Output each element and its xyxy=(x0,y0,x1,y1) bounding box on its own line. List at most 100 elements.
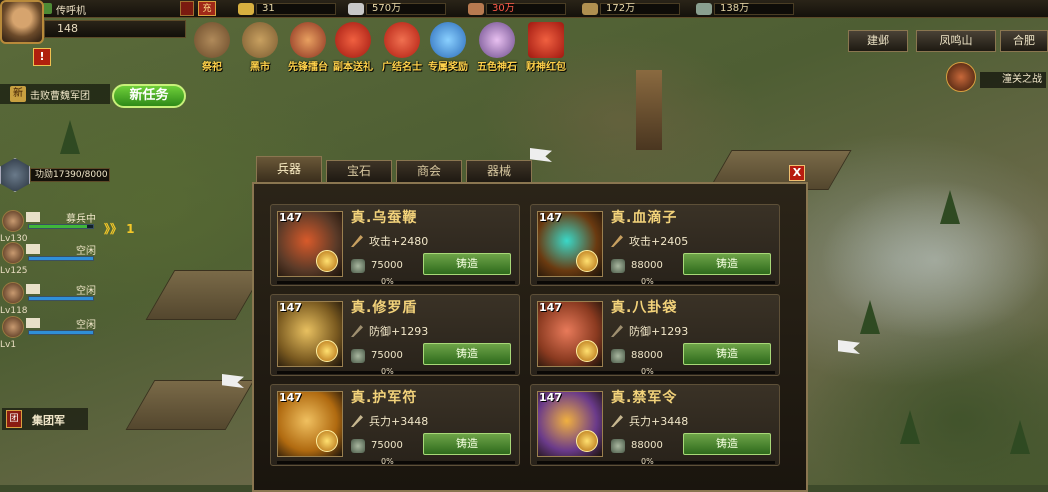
tree xyxy=(900,410,920,444)
resource-food[interactable]: 30万 xyxy=(466,1,570,17)
func-red-packet[interactable]: 财神红包 xyxy=(526,22,566,73)
altar-icon xyxy=(194,22,230,58)
func-lantern[interactable]: 广结名士 xyxy=(382,22,422,73)
item-level: 147 xyxy=(279,211,302,224)
func-arena[interactable]: 先锋擂台 xyxy=(288,22,328,73)
territory-flag[interactable] xyxy=(838,340,860,354)
mail-icon[interactable] xyxy=(180,1,194,16)
forge-button[interactable]: 铸造 xyxy=(423,433,511,455)
item-name: 真.修罗盾 xyxy=(351,300,418,316)
sword-icon xyxy=(611,235,623,247)
resource-wood[interactable]: 172万 xyxy=(580,1,684,17)
item-stat: 防御+1293 xyxy=(629,325,689,338)
shop-item-card[interactable]: 147 真.修罗盾 防御+1293 75000 铸造 0% xyxy=(270,294,520,376)
troops-icon xyxy=(611,415,623,427)
forge-progress-bar xyxy=(537,461,775,464)
battle-event[interactable]: 潼关之战 xyxy=(946,62,1048,92)
flag-icon xyxy=(26,318,40,328)
flag-icon xyxy=(26,244,40,254)
pager-label[interactable]: 传呼机 xyxy=(56,2,86,17)
new-task-button[interactable]: 新任务 xyxy=(112,84,186,108)
func-vip[interactable]: 专属奖励 xyxy=(428,22,468,73)
glow-icon xyxy=(576,340,598,362)
forge-button[interactable]: 铸造 xyxy=(683,433,771,455)
func-altar[interactable]: 祭祀 xyxy=(192,22,232,73)
item-stat: 兵力+3448 xyxy=(369,415,429,428)
gold-icon xyxy=(238,3,254,15)
general-progress xyxy=(29,257,93,260)
recharge-button[interactable]: 充 xyxy=(198,1,216,16)
tree xyxy=(60,120,80,154)
shop-item-card[interactable]: 147 真.血滴子 攻击+2405 88000 铸造 0% xyxy=(530,204,780,286)
glow-icon xyxy=(316,340,338,362)
forge-button[interactable]: 铸造 xyxy=(423,343,511,365)
forge-progress: 0% xyxy=(641,457,654,466)
player-avatar[interactable] xyxy=(0,0,44,44)
tab-machinery[interactable]: 器械 xyxy=(466,160,532,182)
general-slot[interactable]: 空闲 Lv1 xyxy=(0,316,96,350)
current-task[interactable]: 新 击败曹魏军团 xyxy=(0,84,110,104)
map-tile-village[interactable] xyxy=(145,270,265,320)
tab-guild[interactable]: 商会 xyxy=(396,160,462,182)
forge-progress-bar xyxy=(277,281,515,284)
shield-icon xyxy=(351,325,363,337)
location-left[interactable]: 建邺 xyxy=(848,30,908,52)
shop-item-card[interactable]: 147 真.八卦袋 防御+1293 88000 铸造 0% xyxy=(530,294,780,376)
tab-weapons[interactable]: 兵器 xyxy=(256,156,322,182)
wood-icon xyxy=(582,3,598,15)
forge-progress-bar xyxy=(277,371,515,374)
forge-button[interactable]: 铸造 xyxy=(683,343,771,365)
resource-gold[interactable]: 31 xyxy=(236,1,340,17)
tab-gems[interactable]: 宝石 xyxy=(326,160,392,182)
speed-indicator[interactable]: 》》 1 xyxy=(104,220,135,237)
general-slot[interactable]: 募兵中 Lv130 xyxy=(0,210,96,244)
general-slot[interactable]: 空闲 Lv125 xyxy=(0,242,96,276)
forge-progress-bar xyxy=(537,281,775,284)
func-gift[interactable]: 副本送礼 xyxy=(333,22,373,73)
watchtower[interactable] xyxy=(636,70,662,150)
item-price: 88000 xyxy=(631,350,663,361)
shield-icon xyxy=(611,325,623,337)
item-level: 147 xyxy=(539,391,562,404)
func-black-market[interactable]: 黑市 xyxy=(240,22,280,73)
shop-item-card[interactable]: 147 真.禁军令 兵力+3448 88000 铸造 0% xyxy=(530,384,780,466)
forge-progress-bar xyxy=(537,371,775,374)
general-portrait xyxy=(2,316,24,338)
glow-icon xyxy=(316,430,338,452)
tree xyxy=(1010,420,1030,454)
merit-counter: 功勋17390/8000 xyxy=(30,168,110,182)
shop-item-card[interactable]: 147 真.护军符 兵力+3448 75000 铸造 0% xyxy=(270,384,520,466)
territory-flag[interactable] xyxy=(530,148,552,162)
general-progress xyxy=(29,225,87,228)
top-resource-bar: 传呼机 充 31 570万 30万 172万 138万 xyxy=(0,0,1048,18)
forge-button[interactable]: 铸造 xyxy=(423,253,511,275)
general-portrait xyxy=(2,242,24,264)
shop-item-card[interactable]: 147 真.乌蚕鞭 攻击+2480 75000 铸造 0% xyxy=(270,204,520,286)
alert-button[interactable]: ! xyxy=(33,48,51,66)
item-level: 147 xyxy=(279,391,302,404)
general-progress xyxy=(29,297,93,300)
location-right[interactable]: 合肥 xyxy=(1000,30,1048,52)
resource-iron[interactable]: 138万 xyxy=(694,1,798,17)
general-level: Lv118 xyxy=(0,306,28,316)
resource-silver[interactable]: 570万 xyxy=(346,1,450,17)
forge-button[interactable]: 铸造 xyxy=(683,253,771,275)
item-price: 75000 xyxy=(371,350,403,361)
general-portrait xyxy=(2,282,24,304)
army-group-button[interactable]: 团 集团军 xyxy=(2,408,88,430)
iron-icon xyxy=(696,3,712,15)
forge-progress: 0% xyxy=(381,457,394,466)
item-price: 88000 xyxy=(631,440,663,451)
map-tile-camp[interactable] xyxy=(125,380,255,430)
general-slot[interactable]: 空闲 Lv118 xyxy=(0,282,96,316)
lantern-icon xyxy=(384,22,420,58)
func-gems[interactable]: 五色神石 xyxy=(477,22,517,73)
forge-progress: 0% xyxy=(381,367,394,376)
item-stat: 攻击+2405 xyxy=(629,235,689,248)
general-status: 空闲 xyxy=(76,320,96,331)
iron-icon xyxy=(611,259,625,273)
general-progress xyxy=(29,331,93,334)
forge-progress: 0% xyxy=(381,277,394,286)
food-icon xyxy=(468,3,484,15)
close-button[interactable]: X xyxy=(789,165,805,181)
